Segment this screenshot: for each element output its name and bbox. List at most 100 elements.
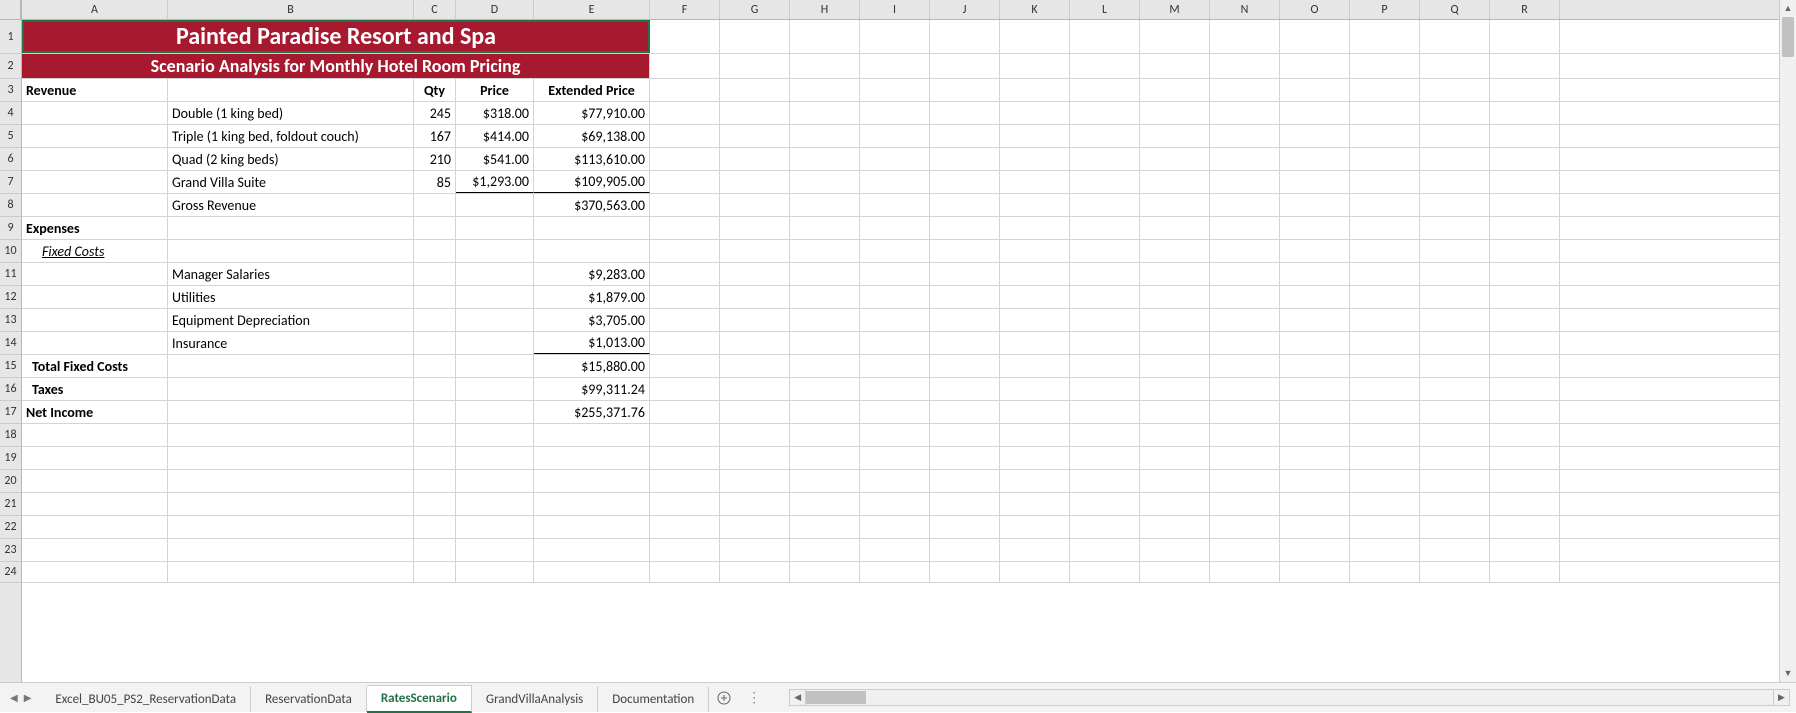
- column-header-D[interactable]: D: [456, 0, 534, 19]
- cell-empty[interactable]: [22, 171, 168, 193]
- cell-empty[interactable]: [168, 516, 414, 538]
- cell-empty[interactable]: [1210, 54, 1280, 78]
- cell-empty[interactable]: [1490, 240, 1560, 262]
- item-qty[interactable]: 245: [414, 102, 456, 124]
- cell-empty[interactable]: [1070, 217, 1140, 239]
- cell-empty[interactable]: [860, 20, 930, 53]
- cell-empty[interactable]: [1210, 401, 1280, 423]
- cell-empty[interactable]: [860, 539, 930, 561]
- cell-empty[interactable]: [1070, 447, 1140, 469]
- cell-empty[interactable]: [1210, 355, 1280, 377]
- cell-empty[interactable]: [1140, 79, 1210, 101]
- column-header-B[interactable]: B: [168, 0, 414, 19]
- cell-empty[interactable]: [414, 424, 456, 446]
- cell-empty[interactable]: [1000, 355, 1070, 377]
- cell-empty[interactable]: [860, 171, 930, 193]
- cell-empty[interactable]: [720, 470, 790, 492]
- item-qty[interactable]: 210: [414, 148, 456, 170]
- cell-empty[interactable]: [168, 447, 414, 469]
- cell-empty[interactable]: [1140, 240, 1210, 262]
- cell-empty[interactable]: [1420, 378, 1490, 400]
- cell-empty[interactable]: [1350, 263, 1420, 285]
- cell-empty[interactable]: [1420, 148, 1490, 170]
- cell-empty[interactable]: [860, 309, 930, 331]
- row-header-24[interactable]: 24: [0, 562, 21, 583]
- cell-empty[interactable]: [860, 562, 930, 582]
- cell-empty[interactable]: [860, 148, 930, 170]
- cell-empty[interactable]: [1280, 424, 1350, 446]
- header-extended[interactable]: Extended Price: [534, 79, 650, 101]
- cell-empty[interactable]: [1350, 562, 1420, 582]
- cell-empty[interactable]: [720, 447, 790, 469]
- cell-empty[interactable]: [1350, 539, 1420, 561]
- cell-empty[interactable]: [414, 194, 456, 216]
- cell-empty[interactable]: [1420, 240, 1490, 262]
- column-header-E[interactable]: E: [534, 0, 650, 19]
- cell-empty[interactable]: [1210, 562, 1280, 582]
- cell-empty[interactable]: [414, 309, 456, 331]
- cell-empty[interactable]: [22, 539, 168, 561]
- item-qty[interactable]: 85: [414, 171, 456, 193]
- cell-empty[interactable]: [1070, 148, 1140, 170]
- cell-empty[interactable]: [1070, 332, 1140, 354]
- cell-empty[interactable]: [414, 493, 456, 515]
- cell-empty[interactable]: [790, 516, 860, 538]
- cell-empty[interactable]: [1000, 447, 1070, 469]
- cell-empty[interactable]: [1070, 194, 1140, 216]
- cost-value[interactable]: $9,283.00: [534, 263, 650, 285]
- cell-empty[interactable]: [534, 240, 650, 262]
- cell-empty[interactable]: [1070, 240, 1140, 262]
- cell-empty[interactable]: [930, 102, 1000, 124]
- cell-empty[interactable]: [168, 401, 414, 423]
- cost-value[interactable]: $3,705.00: [534, 309, 650, 331]
- cell-empty[interactable]: [1140, 286, 1210, 308]
- cell-empty[interactable]: [720, 171, 790, 193]
- cell-empty[interactable]: [1070, 309, 1140, 331]
- cell-empty[interactable]: [790, 378, 860, 400]
- row-header-2[interactable]: 2: [0, 54, 21, 79]
- cell-empty[interactable]: [790, 286, 860, 308]
- new-sheet-button[interactable]: [709, 683, 739, 712]
- row-header-7[interactable]: 7: [0, 171, 21, 194]
- cell-empty[interactable]: [1000, 171, 1070, 193]
- column-header-A[interactable]: A: [22, 0, 168, 19]
- cell-empty[interactable]: [1420, 286, 1490, 308]
- header-qty[interactable]: Qty: [414, 79, 456, 101]
- cell-empty[interactable]: [650, 493, 720, 515]
- cell-empty[interactable]: [456, 493, 534, 515]
- item-name[interactable]: Grand Villa Suite: [168, 171, 414, 193]
- cell-empty[interactable]: [1140, 171, 1210, 193]
- cell-empty[interactable]: [930, 240, 1000, 262]
- cell-empty[interactable]: [1210, 332, 1280, 354]
- cell-empty[interactable]: [860, 401, 930, 423]
- cell-empty[interactable]: [650, 286, 720, 308]
- sheet-tab-GrandVillaAnalysis[interactable]: GrandVillaAnalysis: [472, 686, 598, 712]
- cell-empty[interactable]: [1140, 470, 1210, 492]
- cell-empty[interactable]: [1420, 102, 1490, 124]
- sheet-tab-Documentation[interactable]: Documentation: [598, 686, 709, 712]
- cell-empty[interactable]: [1350, 355, 1420, 377]
- cell-empty[interactable]: [1350, 309, 1420, 331]
- cell-empty[interactable]: [1490, 424, 1560, 446]
- cell-empty[interactable]: [790, 309, 860, 331]
- row-header-5[interactable]: 5: [0, 125, 21, 148]
- cell-empty[interactable]: [1070, 562, 1140, 582]
- cell-empty[interactable]: [1350, 470, 1420, 492]
- cell-empty[interactable]: [930, 539, 1000, 561]
- cell-empty[interactable]: [1000, 562, 1070, 582]
- cell-empty[interactable]: [650, 401, 720, 423]
- cell-empty[interactable]: [456, 332, 534, 354]
- scroll-down-icon[interactable]: ▼: [1780, 665, 1796, 682]
- cell-empty[interactable]: [930, 562, 1000, 582]
- cell-empty[interactable]: [1280, 217, 1350, 239]
- horizontal-scrollbar[interactable]: ◀ ▶: [769, 683, 1796, 712]
- cell-empty[interactable]: [168, 240, 414, 262]
- row-header-8[interactable]: 8: [0, 194, 21, 217]
- cost-name[interactable]: Utilities: [168, 286, 414, 308]
- cell-empty[interactable]: [860, 79, 930, 101]
- cell-empty[interactable]: [1140, 378, 1210, 400]
- cell-empty[interactable]: [650, 171, 720, 193]
- cell-empty[interactable]: [1280, 470, 1350, 492]
- cell-empty[interactable]: [1420, 424, 1490, 446]
- cell-empty[interactable]: [456, 286, 534, 308]
